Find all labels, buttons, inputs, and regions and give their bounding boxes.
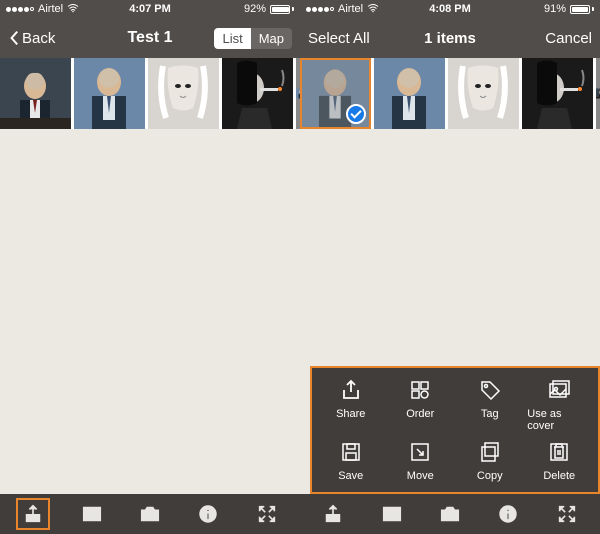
share-icon [337, 376, 365, 404]
screen-left: Airtel 4:07 PM 92% Back Test 1 List Map [0, 0, 300, 534]
action-label: Copy [477, 470, 503, 482]
thumbnail-strip [300, 58, 600, 129]
order-icon [406, 376, 434, 404]
share-button[interactable] [316, 498, 350, 530]
page-title: Test 1 [127, 29, 172, 47]
action-label: Tag [481, 408, 499, 420]
signal-icon [306, 7, 334, 12]
back-label: Back [22, 30, 55, 47]
save-icon [337, 438, 365, 466]
action-move[interactable]: Move [388, 438, 452, 482]
nav-header: Back Test 1 List Map [0, 18, 300, 58]
camera-button[interactable] [433, 498, 467, 530]
seg-list[interactable]: List [214, 28, 250, 49]
thumb-item[interactable] [522, 58, 593, 129]
view-toggle: List Map [214, 28, 292, 49]
battery-pct: 91% [544, 3, 566, 15]
battery-pct: 92% [244, 3, 266, 15]
cancel-button[interactable]: Cancel [545, 30, 592, 47]
picture-button[interactable] [375, 498, 409, 530]
share-button[interactable] [16, 498, 50, 530]
action-menu: Share Order Tag Use as cover S [310, 366, 600, 494]
battery-icon [270, 5, 294, 14]
screen-right: Airtel 4:08 PM 91% Select All 1 items Ca… [300, 0, 600, 534]
copy-icon [476, 438, 504, 466]
status-bar: Airtel 4:07 PM 92% [0, 0, 300, 18]
move-icon [406, 438, 434, 466]
nav-header: Select All 1 items Cancel [300, 18, 600, 58]
action-label: Order [406, 408, 434, 420]
action-copy[interactable]: Copy [458, 438, 522, 482]
seg-map[interactable]: Map [251, 28, 292, 49]
action-label: Use as cover [527, 408, 591, 432]
action-label: Share [336, 408, 365, 420]
wifi-icon [367, 3, 379, 16]
thumb-item[interactable] [74, 58, 145, 129]
cover-icon [545, 376, 573, 404]
thumb-item-selected[interactable] [300, 58, 371, 129]
delete-icon [545, 438, 573, 466]
bottom-toolbar [0, 494, 300, 534]
thumb-item[interactable] [0, 58, 71, 129]
selection-count: 1 items [424, 30, 476, 47]
bottom-toolbar [300, 494, 600, 534]
back-button[interactable]: Back [8, 30, 55, 47]
checkmark-icon [346, 104, 366, 124]
status-bar: Airtel 4:08 PM 91% [300, 0, 600, 18]
action-save[interactable]: Save [319, 438, 383, 482]
action-order[interactable]: Order [388, 376, 452, 432]
action-cover[interactable]: Use as cover [527, 376, 591, 432]
battery-icon [570, 5, 594, 14]
action-label: Move [407, 470, 434, 482]
thumb-item[interactable] [374, 58, 445, 129]
action-tag[interactable]: Tag [458, 376, 522, 432]
thumb-item[interactable] [596, 58, 600, 129]
expand-button[interactable] [250, 498, 284, 530]
status-time: 4:07 PM [129, 3, 171, 15]
carrier-label: Airtel [38, 3, 63, 15]
select-all-button[interactable]: Select All [308, 30, 370, 47]
content-area [0, 129, 300, 494]
thumb-item[interactable] [148, 58, 219, 129]
tag-icon [476, 376, 504, 404]
info-button[interactable] [191, 498, 225, 530]
carrier-label: Airtel [338, 3, 363, 15]
wifi-icon [67, 3, 79, 16]
status-time: 4:08 PM [429, 3, 471, 15]
signal-icon [6, 7, 34, 12]
expand-button[interactable] [550, 498, 584, 530]
camera-button[interactable] [133, 498, 167, 530]
thumb-item[interactable] [448, 58, 519, 129]
action-delete[interactable]: Delete [527, 438, 591, 482]
picture-button[interactable] [75, 498, 109, 530]
action-share[interactable]: Share [319, 376, 383, 432]
action-label: Delete [543, 470, 575, 482]
thumb-item[interactable] [222, 58, 293, 129]
info-button[interactable] [491, 498, 525, 530]
thumbnail-strip [0, 58, 300, 129]
action-label: Save [338, 470, 363, 482]
